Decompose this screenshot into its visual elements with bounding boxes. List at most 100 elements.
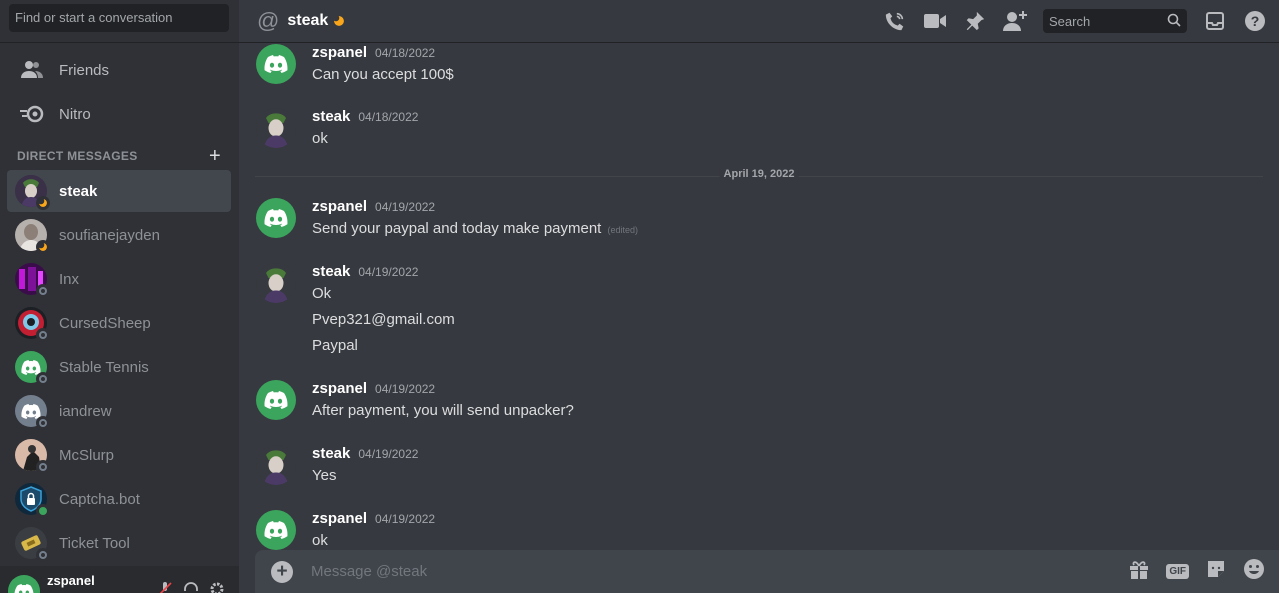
dm-item-inx[interactable]: Inx	[7, 258, 231, 300]
inbox-icon[interactable]	[1203, 9, 1227, 33]
message-composer[interactable]: + Message @steak GIF	[255, 550, 1279, 593]
user-avatar[interactable]	[8, 575, 40, 593]
nav-friends[interactable]: Friends	[8, 49, 231, 91]
discord-green-avatar[interactable]	[256, 380, 296, 420]
message: zspanel 04/19/2022 ok	[256, 510, 435, 550]
dm-item-cursedsheep[interactable]: CursedSheep	[7, 302, 231, 344]
dm-item-mcslurp[interactable]: McSlurp	[7, 434, 231, 476]
message: steak 04/18/2022 ok	[256, 108, 418, 150]
status-offline-icon	[36, 548, 50, 562]
search-icon	[1167, 13, 1181, 30]
message-text: Send your paypal and today make payment …	[312, 218, 638, 241]
voice-call-icon[interactable]	[883, 9, 907, 33]
nav-nitro[interactable]: Nitro	[8, 93, 231, 135]
dm-name: steak	[59, 182, 98, 200]
message: zspanel 04/19/2022 Send your paypal and t…	[256, 198, 638, 241]
video-call-icon[interactable]	[923, 9, 947, 33]
joker-avatar[interactable]	[256, 263, 296, 303]
message-author[interactable]: steak	[312, 108, 350, 125]
joker-avatar[interactable]	[256, 445, 296, 485]
dm-item-captcha-bot[interactable]: Captcha.bot	[7, 478, 231, 520]
gift-icon[interactable]	[1128, 558, 1150, 585]
dm-name: Inx	[59, 270, 80, 288]
message-timestamp: 04/18/2022	[375, 46, 436, 60]
message: steak 04/19/2022 Ok Pvep321@gmail.com Pay…	[256, 263, 455, 357]
pin-icon[interactable]	[963, 9, 987, 33]
message-text: After payment, you will send unpacker?	[312, 402, 574, 419]
message-timestamp: 04/19/2022	[358, 447, 419, 461]
message-text: Yes	[312, 467, 337, 484]
gif-button[interactable]: GIF	[1166, 564, 1189, 579]
dm-header: DIRECT MESSAGES +	[0, 145, 239, 167]
dm-name: soufianejayden	[59, 226, 160, 244]
dm-name: CursedSheep	[59, 314, 151, 332]
chat-area: @ steak Search ? zspanel 04/18/2022 Can …	[239, 0, 1279, 593]
dm-item-stable-tennis[interactable]: Stable Tennis	[7, 346, 231, 388]
status-idle-icon	[36, 240, 50, 254]
date-divider-label: April 19, 2022	[719, 168, 799, 180]
dm-item-soufianejayden[interactable]: soufianejayden	[7, 214, 231, 256]
message-text: Paypal	[312, 337, 358, 354]
dm-sidebar: Find or start a conversation Friends Nit…	[0, 0, 239, 593]
message: zspanel 04/19/2022 After payment, you wil…	[256, 380, 574, 422]
message-list: zspanel 04/18/2022 Can you accept 100$ st…	[239, 44, 1279, 550]
avatar	[15, 483, 50, 518]
avatar	[15, 351, 50, 386]
dm-name: Ticket Tool	[59, 534, 130, 552]
attach-plus-icon[interactable]: +	[271, 560, 293, 583]
avatar	[15, 395, 50, 430]
header-search-placeholder: Search	[1049, 13, 1091, 29]
user-controls	[157, 581, 225, 593]
discord-green-avatar[interactable]	[256, 510, 296, 550]
message: zspanel 04/18/2022 Can you accept 100$	[256, 44, 454, 86]
create-dm-icon[interactable]: +	[209, 146, 221, 166]
chat-header: @ steak Search ?	[239, 0, 1279, 43]
svg-text:?: ?	[1251, 13, 1260, 29]
dm-search-bar: Find or start a conversation	[0, 0, 239, 43]
message-timestamp: 04/18/2022	[358, 110, 419, 124]
dm-item-iandrew[interactable]: iandrew	[7, 390, 231, 432]
dm-name: Stable Tennis	[59, 358, 149, 376]
dm-name: McSlurp	[59, 446, 115, 464]
joker-avatar[interactable]	[256, 108, 296, 148]
at-sign-icon: @	[257, 8, 280, 33]
message-body: zspanel 04/18/2022 Can you accept 100$	[312, 44, 454, 86]
message-author[interactable]: zspanel	[312, 380, 367, 397]
dm-item-steak[interactable]: steak	[7, 170, 231, 212]
nav-friends-label: Friends	[59, 61, 110, 79]
add-friend-icon[interactable]	[1003, 9, 1027, 33]
discord-green-avatar[interactable]	[256, 198, 296, 238]
message-input-placeholder[interactable]: Message @steak	[311, 563, 427, 580]
mute-mic-icon[interactable]	[157, 581, 173, 593]
dm-name: Captcha.bot	[59, 490, 140, 508]
headphones-icon[interactable]	[183, 581, 199, 593]
status-idle-icon	[36, 196, 50, 210]
dm-item-ticket-tool[interactable]: Ticket Tool	[7, 522, 231, 564]
message-timestamp: 04/19/2022	[375, 512, 436, 526]
chat-title: steak	[287, 12, 329, 29]
message-timestamp: 04/19/2022	[375, 200, 436, 214]
message-text: Can you accept 100$	[312, 66, 454, 83]
date-divider: April 19, 2022	[255, 168, 1263, 180]
message-author[interactable]: steak	[312, 445, 350, 462]
nitro-icon	[20, 102, 44, 126]
discord-green-avatar[interactable]	[256, 44, 296, 84]
user-panel: zspanel	[0, 566, 239, 593]
message-author[interactable]: zspanel	[312, 198, 367, 215]
message-body: zspanel 04/19/2022 After payment, you wil…	[312, 380, 574, 422]
status-offline-icon	[36, 284, 50, 298]
avatar	[15, 219, 50, 254]
emoji-icon[interactable]	[1243, 558, 1265, 585]
message-body: zspanel 04/19/2022 Send your paypal and t…	[312, 198, 638, 241]
settings-gear-icon[interactable]	[209, 581, 225, 593]
find-conversation-button[interactable]: Find or start a conversation	[9, 4, 229, 32]
sticker-icon[interactable]	[1205, 558, 1227, 585]
header-search-input[interactable]: Search	[1043, 9, 1187, 33]
dm-header-label: DIRECT MESSAGES	[17, 149, 138, 163]
message-author[interactable]: zspanel	[312, 510, 367, 527]
help-icon[interactable]: ?	[1243, 9, 1267, 33]
message-author[interactable]: zspanel	[312, 44, 367, 61]
message-timestamp: 04/19/2022	[358, 265, 419, 279]
message-text[interactable]: Pvep321@gmail.com	[312, 309, 455, 331]
message-author[interactable]: steak	[312, 263, 350, 280]
